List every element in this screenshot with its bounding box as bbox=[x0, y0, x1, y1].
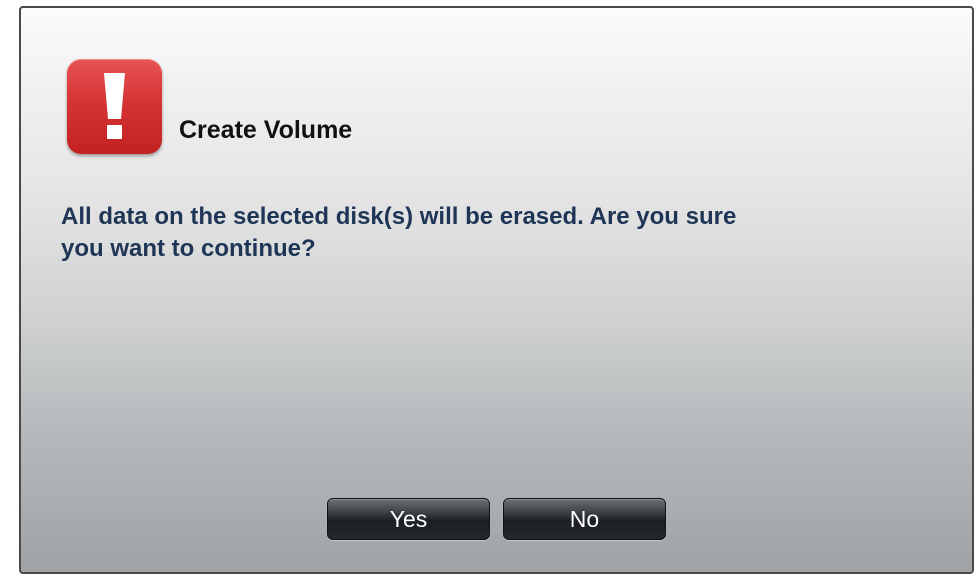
message-line-1: All data on the selected disk(s) will be… bbox=[61, 203, 737, 230]
message-line-2: you want to continue? bbox=[61, 235, 316, 262]
dialog-message: All data on the selected disk(s) will be… bbox=[61, 201, 891, 265]
no-button[interactable]: No bbox=[503, 498, 666, 540]
dialog-title: Create Volume bbox=[179, 116, 353, 144]
warning-exclamation-icon bbox=[67, 59, 162, 154]
confirm-dialog: Create Volume All data on the selected d… bbox=[19, 6, 974, 574]
yes-button[interactable]: Yes bbox=[327, 498, 490, 540]
